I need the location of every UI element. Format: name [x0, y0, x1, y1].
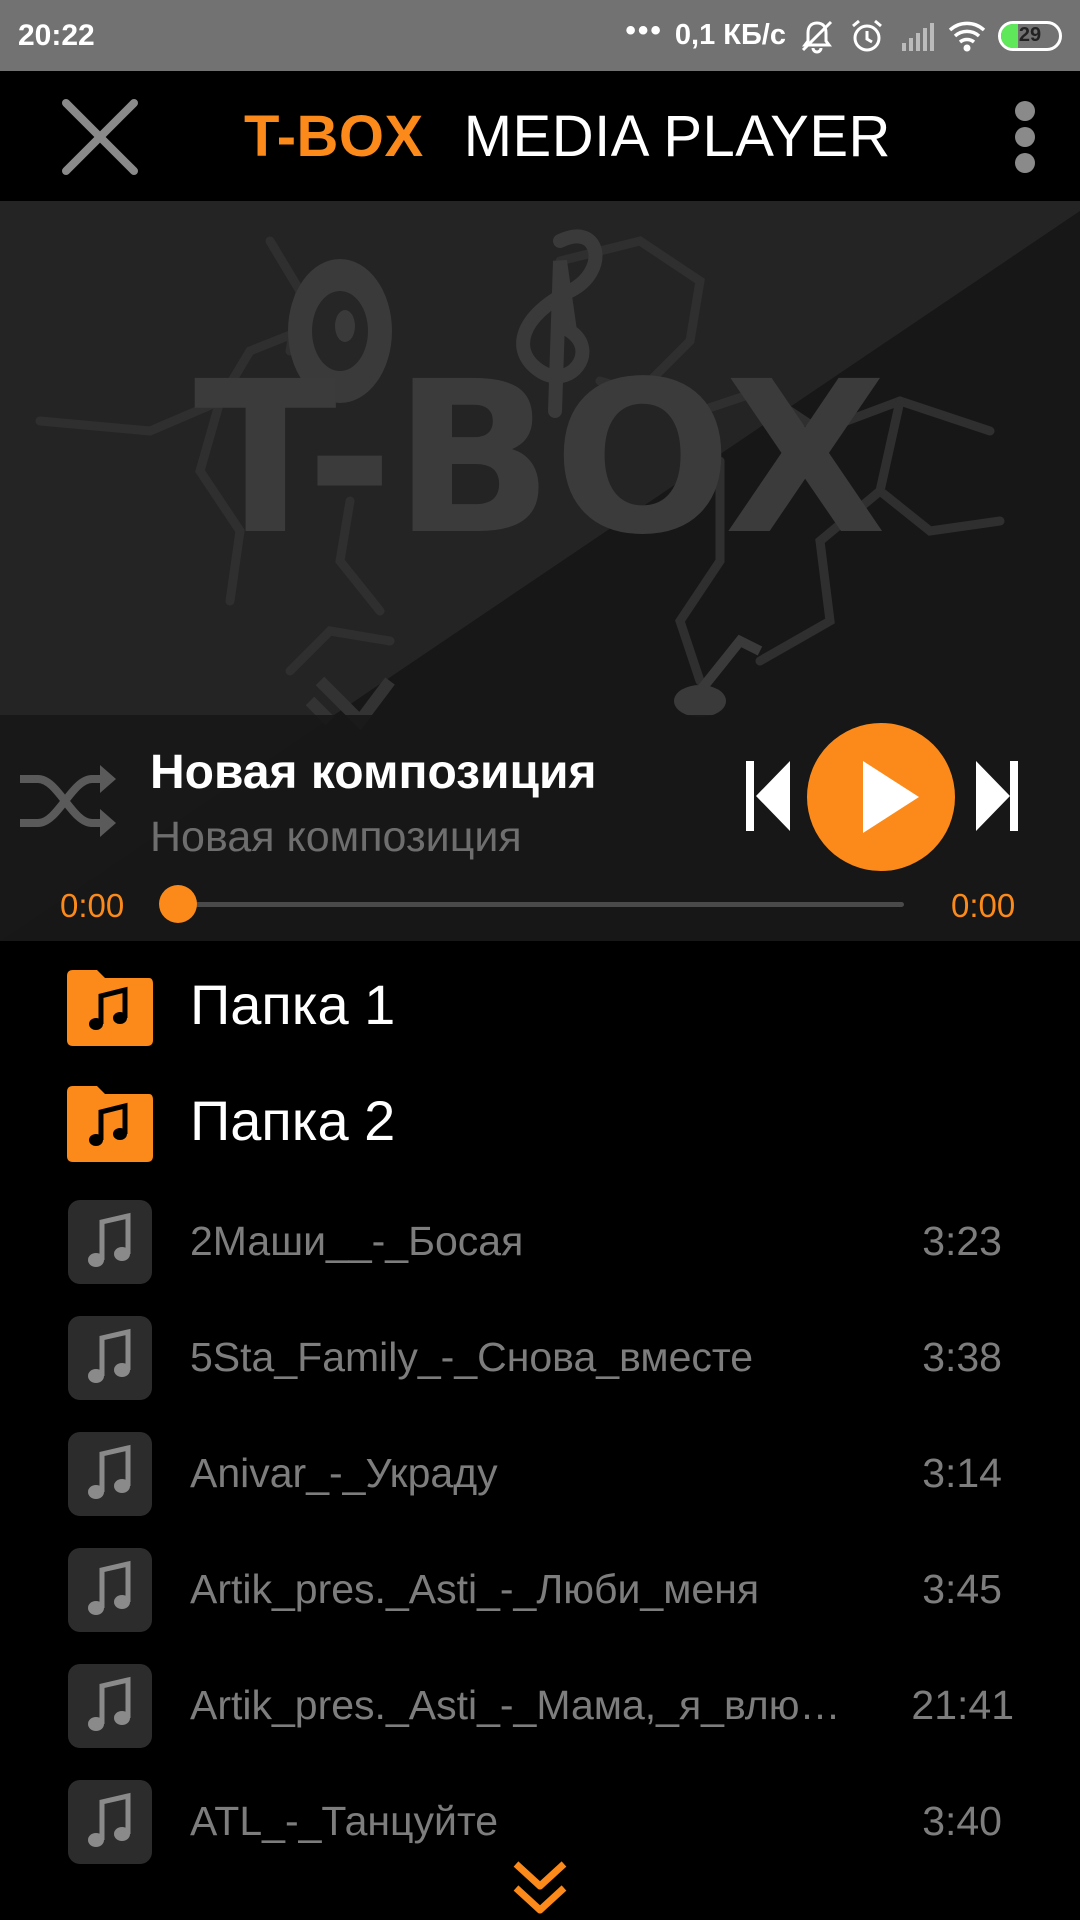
wifi-icon: [948, 21, 986, 51]
play-icon: [863, 761, 919, 833]
music-note-icon: [68, 1316, 152, 1400]
app-title: T-BOX MEDIA PLAYER: [244, 103, 891, 170]
track-name: ATL_-_Танцуйте: [190, 1798, 499, 1844]
music-note-icon: [68, 1780, 152, 1864]
track-name: 2Маши__-_Босая: [190, 1218, 524, 1264]
app-title-brand: T-BOX: [244, 104, 424, 169]
now-playing-panel: Новая композиция Новая композиция 0:00 0…: [0, 715, 1080, 941]
total-time: 0:00: [951, 887, 1016, 924]
app-header: T-BOX MEDIA PLAYER: [0, 71, 1080, 201]
music-note-icon: [68, 1432, 152, 1516]
battery-level: 29: [1018, 24, 1042, 46]
artwork-logo-text: T-BOX: [194, 336, 887, 581]
music-folder-icon: [67, 1086, 153, 1162]
signal-icon: [902, 22, 934, 51]
track-duration: 3:40: [922, 1798, 1002, 1844]
track-item[interactable]: Anivar_-_Украду 3:14: [0, 1408, 1080, 1524]
track-item[interactable]: 5Sta_Family_-_Снова_вместе 3:38: [0, 1292, 1080, 1408]
music-note-icon: [68, 1200, 152, 1284]
seek-bar[interactable]: [178, 902, 904, 907]
track-name: 5Sta_Family_-_Снова_вместе: [190, 1334, 754, 1380]
track-item[interactable]: Artik_pres._Asti_-_Мама,_я_влю… 21:41: [0, 1640, 1080, 1756]
folder-label: Папка 1: [190, 973, 396, 1036]
status-time: 20:22: [18, 18, 95, 52]
track-duration: 3:38: [922, 1334, 1002, 1380]
track-duration: 3:23: [922, 1218, 1002, 1264]
track-duration: 21:41: [911, 1682, 1014, 1728]
music-folder-icon: [67, 970, 153, 1046]
elapsed-time: 0:00: [60, 887, 125, 924]
track-title: Новая композиция: [150, 746, 597, 799]
notification-dots: •••: [625, 13, 663, 47]
track-duration: 3:45: [922, 1566, 1002, 1612]
mute-bell-icon: [801, 20, 833, 53]
skip-previous-icon[interactable]: [744, 757, 792, 835]
alarm-icon: [852, 19, 882, 51]
track-artist: Новая композиция: [150, 813, 522, 861]
music-note-icon: [68, 1548, 152, 1632]
skip-next-icon[interactable]: [974, 757, 1020, 835]
track-name: Anivar_-_Украду: [190, 1450, 498, 1496]
folder-item[interactable]: Папка 2: [0, 1060, 1080, 1176]
music-note-icon: [68, 1664, 152, 1748]
status-icons: ••• 0,1 КБ/с 29: [625, 13, 1062, 55]
close-icon[interactable]: [58, 95, 142, 179]
track-name: Artik_pres._Asti_-_Люби_меня: [190, 1566, 760, 1612]
app-title-rest: MEDIA PLAYER: [463, 104, 891, 169]
shuffle-icon[interactable]: [16, 755, 118, 847]
track-item[interactable]: Artik_pres._Asti_-_Люби_меня 3:45: [0, 1524, 1080, 1640]
battery-icon: 29: [998, 20, 1062, 51]
network-speed: 0,1 КБ/с: [674, 19, 786, 51]
seek-thumb[interactable]: [159, 885, 197, 923]
more-vert-icon[interactable]: [1010, 95, 1040, 179]
double-chevron-down-icon[interactable]: [510, 1858, 570, 1920]
track-item[interactable]: ATL_-_Танцуйте 3:40: [0, 1756, 1080, 1872]
folder-label: Папка 2: [190, 1089, 396, 1152]
track-duration: 3:14: [922, 1450, 1002, 1496]
play-button[interactable]: [807, 723, 955, 871]
status-bar: 20:22 ••• 0,1 КБ/с 29: [0, 0, 1080, 71]
folder-item[interactable]: Папка 1: [0, 944, 1080, 1060]
track-name: Artik_pres._Asti_-_Мама,_я_влю…: [190, 1682, 841, 1728]
track-item[interactable]: 2Маши__-_Босая 3:23: [0, 1176, 1080, 1292]
